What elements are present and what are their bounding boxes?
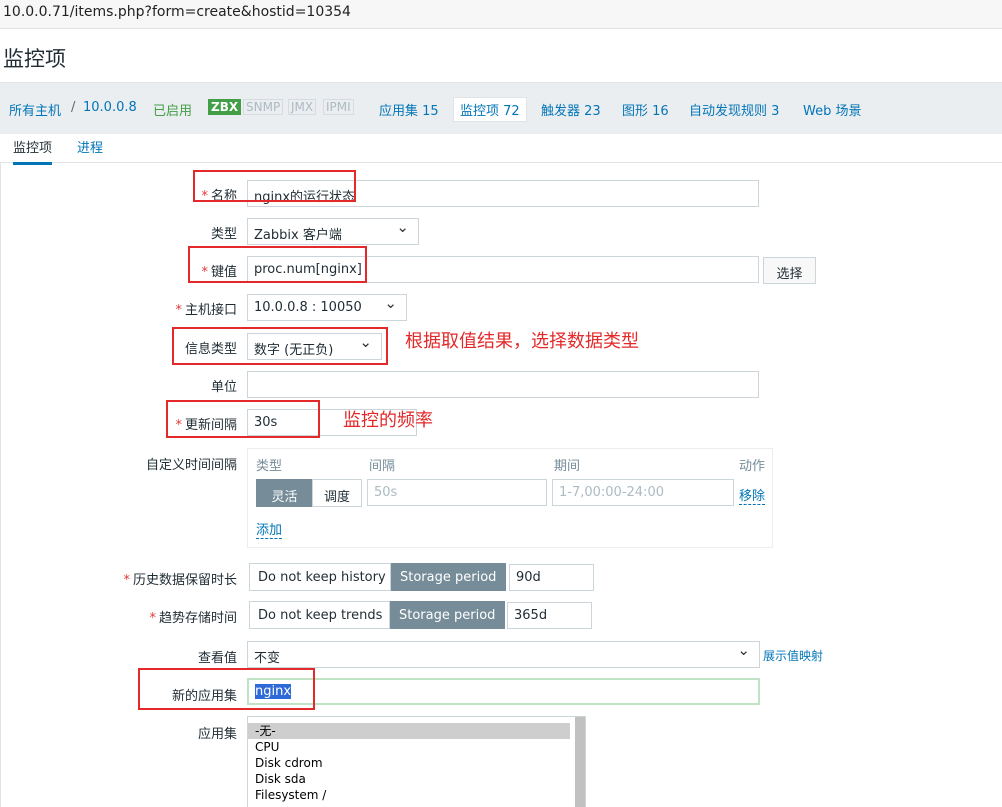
graphs-link[interactable]: 图形 16: [622, 100, 669, 119]
annotation-box-new-application: [138, 668, 315, 710]
history-storage-period-toggle[interactable]: Storage period: [391, 563, 506, 591]
application-option[interactable]: Disk cdrom: [248, 755, 585, 771]
history-do-not-keep-toggle[interactable]: Do not keep history: [249, 563, 391, 591]
custom-intervals-table: 类型 间隔 期间 动作 灵活 调度 50s 1-7,00:00-24:00 移除…: [247, 448, 773, 548]
web-scenarios-link[interactable]: Web 场景: [803, 100, 861, 119]
host-navigation-bar: 所有主机 / 10.0.0.8 已启用 ZBX SNMP JMX IPMI 应用…: [0, 82, 1002, 134]
trends-label: * 趋势存储时间: [149, 611, 237, 626]
address-bar[interactable]: 10.0.0.71/items.php?form=create&hostid=1…: [0, 0, 1002, 29]
trends-storage-period-toggle[interactable]: Storage period: [390, 601, 505, 629]
trends-period-input[interactable]: 365d: [507, 602, 592, 629]
items-link[interactable]: 监控项 72: [453, 97, 527, 122]
page-title: 监控项: [3, 47, 66, 71]
ipmi-availability-badge: IPMI: [323, 99, 354, 115]
interface-select[interactable]: 10.0.0.8 : 10050: [247, 294, 407, 321]
custom-period-header: 期间: [554, 459, 581, 474]
annotation-box-key: [188, 246, 367, 283]
custom-period-input[interactable]: 1-7,00:00-24:00: [552, 479, 734, 506]
tab-item[interactable]: 监控项: [13, 137, 53, 165]
applications-label: 应用集: [197, 727, 237, 742]
custom-type-header: 类型: [256, 459, 283, 474]
units-label: 单位: [210, 380, 237, 395]
application-option[interactable]: -无-: [248, 723, 570, 739]
flexible-toggle[interactable]: 灵活: [256, 479, 313, 507]
new-application-input[interactable]: nginx: [247, 678, 760, 705]
all-hosts-link[interactable]: 所有主机: [9, 100, 61, 119]
annotation-box-name: [193, 170, 356, 202]
host-link[interactable]: 10.0.0.8: [83, 100, 137, 115]
listbox-scrollbar[interactable]: [575, 717, 585, 807]
triggers-link[interactable]: 触发器 23: [541, 100, 601, 119]
remove-interval-link[interactable]: 移除: [739, 485, 766, 505]
show-value-mappings-link[interactable]: 展示值映射: [763, 647, 823, 664]
application-option[interactable]: CPU: [248, 739, 585, 755]
add-interval-link[interactable]: 添加: [256, 519, 283, 539]
annotation-box-info-type: [172, 327, 388, 365]
type-select[interactable]: Zabbix 客户端: [247, 218, 419, 245]
discovery-rules-link[interactable]: 自动发现规则 3: [689, 100, 779, 119]
annotation-box-update-interval: [166, 400, 320, 438]
applications-listbox[interactable]: -无- CPU Disk cdrom Disk sda Filesystem /: [247, 716, 586, 807]
snmp-availability-badge: SNMP: [243, 99, 284, 115]
interface-label: * 主机接口: [175, 303, 237, 318]
application-option[interactable]: Disk sda: [248, 771, 585, 787]
zbx-availability-badge: ZBX: [208, 99, 242, 115]
interval-annotation: 监控的频率: [343, 410, 433, 431]
custom-interval-header: 间隔: [369, 459, 396, 474]
form-tabs: 监控项 进程: [0, 134, 1002, 165]
type-label: 类型: [210, 227, 237, 242]
trends-do-not-keep-toggle[interactable]: Do not keep trends: [249, 601, 390, 629]
history-period-input[interactable]: 90d: [509, 564, 594, 591]
jmx-availability-badge: JMX: [288, 99, 317, 115]
url-text[interactable]: 10.0.0.71/items.php?form=create&hostid=1…: [3, 4, 351, 20]
tab-preprocessing[interactable]: 进程: [77, 137, 103, 156]
key-select-button[interactable]: 选择: [763, 257, 816, 284]
status-enabled-link[interactable]: 已启用: [153, 100, 192, 119]
breadcrumb-separator: /: [71, 100, 76, 115]
units-input[interactable]: [247, 371, 759, 398]
info-type-annotation: 根据取值结果，选择数据类型: [405, 331, 639, 352]
custom-intervals-label: 自定义时间间隔: [145, 458, 237, 473]
applications-link[interactable]: 应用集 15: [379, 100, 439, 119]
history-label: * 历史数据保留时长: [123, 573, 237, 588]
show-value-select[interactable]: 不变: [247, 641, 760, 668]
custom-interval-input[interactable]: 50s: [367, 479, 547, 506]
scheduling-toggle[interactable]: 调度: [312, 479, 362, 507]
application-option[interactable]: Filesystem /: [248, 787, 585, 803]
custom-action-header: 动作: [739, 459, 766, 474]
show-value-label: 查看值: [197, 651, 237, 666]
